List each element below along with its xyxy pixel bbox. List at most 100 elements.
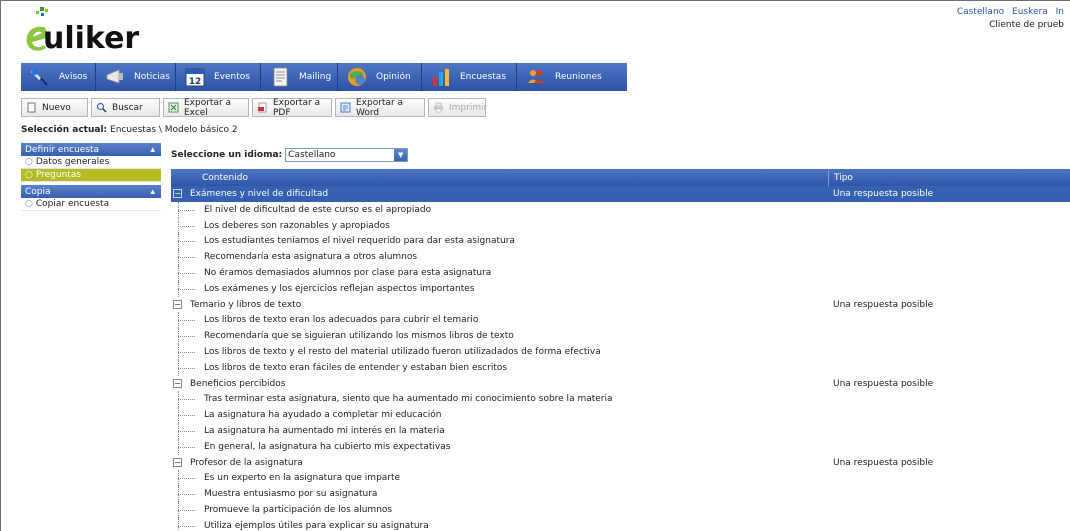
sidebar-item-datos-generales[interactable]: ○ Datos generales	[21, 156, 161, 169]
collapse-toggle-icon[interactable]: −	[173, 299, 182, 309]
group-title: Temario y libros de texto	[190, 299, 302, 310]
question-row[interactable]: En general, la asignatura ha cubierto mi…	[171, 438, 1070, 455]
lang-link-castellano[interactable]: Castellano	[957, 7, 1004, 17]
column-header-contenido[interactable]: Contenido	[202, 173, 248, 183]
nav-eventos[interactable]: 12 Eventos	[176, 63, 261, 91]
question-row[interactable]: Los libros de texto eran los adecuados p…	[171, 312, 1070, 329]
question-text: Los deberes son razonables y apropiados	[204, 220, 390, 231]
question-row[interactable]: Los estudiantes teníamos el nivel requer…	[171, 233, 1070, 250]
new-button[interactable]: Nuevo	[21, 98, 88, 117]
lang-link-english[interactable]: In	[1056, 7, 1064, 17]
nav-encuestas[interactable]: Encuestas	[422, 63, 517, 91]
tree-branch	[178, 288, 195, 290]
question-row[interactable]: Es un experto en la asignatura que impar…	[171, 470, 1070, 487]
tree-branch	[178, 367, 195, 369]
lang-link-euskera[interactable]: Euskera	[1012, 7, 1048, 17]
question-text: Tras terminar esta asignatura, siento qu…	[204, 394, 613, 405]
tree-branch	[178, 525, 195, 527]
question-row[interactable]: La asignatura ha ayudado a completar mi …	[171, 407, 1070, 423]
nav-reuniones[interactable]: Reuniones	[517, 63, 627, 91]
question-text: No éramos demasiados alumnos por clase p…	[204, 267, 492, 278]
print-button-label: Imprimir	[449, 102, 488, 113]
sidebar-item-label: Datos generales	[35, 157, 110, 167]
column-header-tipo[interactable]: Tipo	[834, 173, 853, 183]
question-row[interactable]: El nivel de dificultad de este curso es …	[171, 201, 1070, 218]
group-row[interactable]: − Profesor de la asignatura Una respuesta …	[171, 455, 1070, 471]
export-pdf-button[interactable]: Exportar a PDF	[252, 98, 332, 118]
tree-line	[178, 517, 179, 531]
question-text: Los libros de texto y el resto del mater…	[204, 346, 601, 357]
question-row[interactable]: No éramos demasiados alumnos por clase p…	[171, 264, 1070, 281]
search-button[interactable]: Buscar	[91, 98, 160, 117]
nav-label: Reuniones	[555, 72, 602, 82]
question-text: Los estudiantes teníamos el nivel requer…	[204, 236, 515, 247]
language-dropdown[interactable]: Castellano ▼	[285, 148, 409, 162]
collapse-toggle-icon[interactable]: −	[173, 378, 182, 388]
magnifier-icon	[96, 102, 107, 113]
question-row[interactable]: Los deberes son razonables y apropiados	[171, 217, 1070, 234]
breadcrumb: Selección actual: Encuestas \ Modelo bás…	[21, 125, 238, 135]
tree-branch	[178, 351, 195, 353]
export-word-button[interactable]: Exportar a Word	[335, 97, 425, 118]
sidebar-item-preguntas[interactable]: ○ Preguntas	[21, 169, 161, 182]
question-row[interactable]: Utiliza ejemplos útiles para explicar su…	[171, 517, 1070, 531]
nav-mailing[interactable]: Mailing	[261, 63, 338, 91]
print-button[interactable]: Imprimir	[428, 98, 488, 117]
word-icon	[340, 102, 351, 113]
question-row[interactable]: Los exámenes y los ejercicios reflejan a…	[171, 280, 1070, 297]
sidebar-item-copiar-encuesta[interactable]: ○ Copiar encuesta	[21, 198, 161, 211]
group-title: Beneficios percibidos	[190, 378, 286, 389]
tree-branch	[178, 399, 195, 401]
sidebar: Definir encuesta ▴ ○ Datos generales ○ P…	[21, 143, 161, 211]
sidebar-section-copia[interactable]: Copia ▴	[21, 185, 161, 198]
tree-branch	[178, 225, 195, 227]
collapse-icon[interactable]: ▴	[150, 187, 155, 197]
grid-body: − Exámenes y nivel de dificultad Una respu…	[171, 186, 1070, 531]
collapse-icon[interactable]: ▴	[150, 145, 155, 155]
language-select-label: Seleccione un idioma:	[171, 150, 283, 160]
question-row[interactable]: Los libros de texto eran fáciles de ente…	[171, 359, 1070, 376]
question-row[interactable]: Promueve la participación de los alumnos	[171, 501, 1070, 518]
question-text: Es un experto en la asignatura que impar…	[204, 473, 401, 484]
export-excel-button[interactable]: Exportar a Excel	[163, 97, 249, 118]
collapse-toggle-icon[interactable]: −	[173, 457, 182, 467]
sidebar-section-title: Definir encuesta	[25, 144, 100, 155]
tree-branch	[178, 241, 195, 243]
euliker-logo[interactable]: uliker	[21, 5, 151, 61]
tree-branch	[178, 415, 195, 417]
group-row[interactable]: − Temario y libros de texto Una respuesta …	[171, 297, 1070, 313]
globe-icon	[348, 68, 366, 86]
nav-avisos[interactable]: Avisos	[21, 63, 96, 91]
document-icon	[273, 67, 288, 87]
sidebar-item-label: Copiar encuesta	[35, 199, 110, 209]
question-row[interactable]: Muestra entusiasmo por su asignatura	[171, 486, 1070, 502]
export-excel-label: Exportar a Excel	[184, 97, 232, 118]
client-name: Cliente de prueb	[989, 20, 1064, 30]
nav-label: Noticias	[134, 72, 170, 82]
chevron-down-icon[interactable]: ▼	[394, 149, 408, 161]
question-row[interactable]: La asignatura ha aumentado mi interés en…	[171, 422, 1070, 439]
question-text: Utiliza ejemplos útiles para explicar su…	[204, 520, 429, 531]
pin-icon	[31, 69, 48, 86]
people-icon	[528, 70, 544, 83]
sidebar-item-label: Preguntas	[35, 170, 82, 180]
question-row[interactable]: Recomendaría esta asignatura a otros alu…	[171, 249, 1070, 265]
question-text: Los libros de texto eran fáciles de ente…	[204, 362, 508, 373]
bullet-icon: ○	[25, 157, 33, 167]
nav-noticias[interactable]: Noticias	[96, 63, 176, 91]
sidebar-section-definir-encuesta[interactable]: Definir encuesta ▴	[21, 143, 161, 156]
tree-branch	[178, 272, 195, 274]
question-row[interactable]: Recomendaría que se siguieran utilizando…	[171, 328, 1070, 344]
group-row[interactable]: − Exámenes y nivel de dificultad Una respu…	[171, 186, 1070, 202]
question-row[interactable]: Tras terminar esta asignatura, siento qu…	[171, 391, 1070, 408]
group-row[interactable]: − Beneficios percibidos Una respuesta posi…	[171, 376, 1070, 392]
tree-branch	[178, 209, 195, 211]
question-row[interactable]: Los libros de texto y el resto del mater…	[171, 343, 1070, 360]
nav-opinion[interactable]: Opinión	[338, 63, 422, 91]
collapse-toggle-icon[interactable]: −	[173, 189, 182, 198]
breadcrumb-path: Encuestas \ Modelo básico 2	[110, 125, 238, 135]
export-word-label: Exportar a Word	[356, 97, 404, 118]
question-text: La asignatura ha aumentado mi interés en…	[204, 425, 445, 436]
question-text: Los exámenes y los ejercicios reflejan a…	[204, 283, 475, 294]
logo-text: uliker	[43, 21, 140, 56]
